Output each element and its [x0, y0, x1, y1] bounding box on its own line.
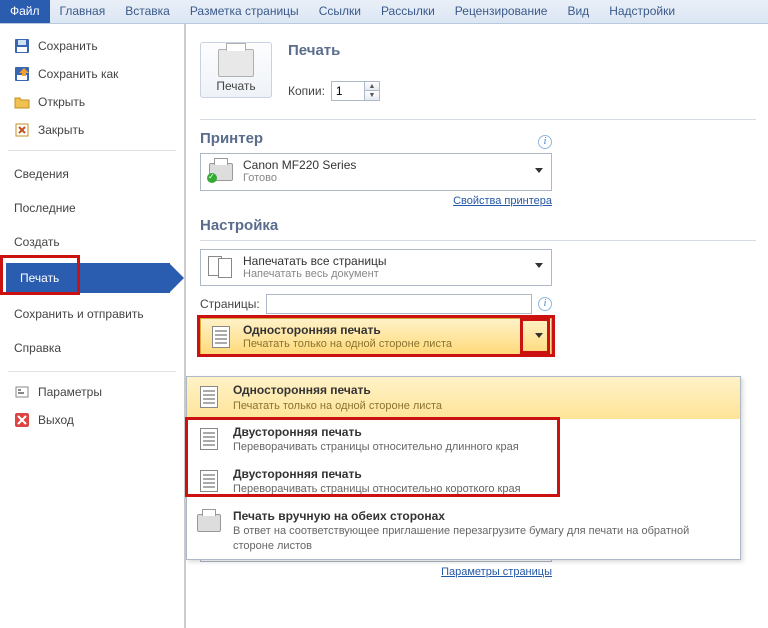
dd-option-single[interactable]: Односторонняя печать Печатать только на … [187, 377, 740, 419]
sidebar-close[interactable]: Закрыть [0, 116, 184, 144]
sidebar-open[interactable]: Открыть [0, 88, 184, 116]
tab-review[interactable]: Рецензирование [445, 0, 558, 23]
pages-icon [207, 255, 235, 279]
tab-home[interactable]: Главная [50, 0, 116, 23]
dd-sub: Переворачивать страницы относительно дли… [233, 440, 519, 454]
save-icon [14, 38, 30, 54]
combo-title: Напечатать все страницы [243, 254, 527, 268]
sidebar-label: Открыть [38, 95, 85, 109]
dd-title: Двусторонняя печать [233, 467, 521, 483]
page-icon [195, 383, 223, 411]
page-flip-icon [195, 467, 223, 495]
chevron-down-icon [535, 263, 543, 271]
sidebar-label: Параметры [38, 385, 102, 399]
sidebar-save-send[interactable]: Сохранить и отправить [0, 297, 184, 331]
tab-references[interactable]: Ссылки [309, 0, 371, 23]
settings-heading: Настройка [200, 217, 756, 234]
dd-title: Печать вручную на обеих сторонах [233, 509, 732, 525]
combo-sub: Печатать только на одной стороне листа [243, 338, 527, 351]
page-flip-icon [195, 425, 223, 453]
copies-input[interactable] [332, 82, 364, 100]
tab-page-layout[interactable]: Разметка страницы [180, 0, 309, 23]
print-button-label: Печать [201, 79, 271, 93]
pages-input[interactable] [266, 294, 532, 314]
spin-down-icon[interactable]: ▼ [365, 91, 379, 100]
dd-sub: В ответ на соответствующее приглашение п… [233, 524, 732, 553]
sidebar-save-as[interactable]: Сохранить как [0, 60, 184, 88]
tab-file[interactable]: Файл [0, 0, 50, 23]
chevron-down-icon [535, 168, 543, 176]
tab-addins[interactable]: Надстройки [599, 0, 685, 23]
printer-properties-link[interactable]: Свойства принтера [200, 195, 552, 207]
open-icon [14, 94, 30, 110]
printer-manual-icon [195, 509, 223, 537]
printer-device-icon [207, 160, 235, 184]
duplex-combo[interactable]: Односторонняя печать Печатать только на … [200, 318, 552, 356]
combo-title: Односторонняя печать [243, 323, 527, 337]
info-icon[interactable]: i [538, 297, 552, 311]
page-setup-link[interactable]: Параметры страницы [200, 566, 552, 578]
printer-name: Canon MF220 Series [243, 158, 527, 172]
print-heading: Печать [288, 42, 380, 59]
pages-label: Страницы: [200, 297, 260, 311]
sidebar-print-active[interactable]: Печать [6, 263, 184, 293]
sidebar-label: Сохранить [38, 39, 98, 53]
sidebar-label: Выход [38, 413, 74, 427]
print-panel: Печать Печать Копии: ▲▼ Принтер i C [186, 24, 768, 628]
copies-spinner[interactable]: ▲▼ [331, 81, 380, 101]
dd-option-duplex-short[interactable]: Двусторонняя печать Переворачивать стран… [187, 461, 740, 503]
sidebar-options[interactable]: Параметры [0, 378, 184, 406]
print-range-combo[interactable]: Напечатать все страницы Напечатать весь … [200, 249, 552, 287]
spin-up-icon[interactable]: ▲ [365, 82, 379, 91]
copies-label: Копии: [288, 84, 325, 98]
tab-insert[interactable]: Вставка [115, 0, 180, 23]
sidebar-label: Закрыть [38, 123, 84, 137]
exit-icon [14, 412, 30, 428]
info-icon[interactable]: i [538, 135, 552, 149]
printer-combo[interactable]: Canon MF220 Series Готово [200, 153, 552, 191]
close-icon [14, 122, 30, 138]
tab-mailings[interactable]: Рассылки [371, 0, 445, 23]
dd-sub: Переворачивать страницы относительно кор… [233, 482, 521, 496]
sidebar-help[interactable]: Справка [0, 331, 184, 365]
sidebar-recent[interactable]: Последние [0, 191, 184, 225]
dd-title: Двусторонняя печать [233, 425, 519, 441]
dd-option-duplex-long[interactable]: Двусторонняя печать Переворачивать стран… [187, 419, 740, 461]
dd-option-manual[interactable]: Печать вручную на обеих сторонах В ответ… [187, 503, 740, 559]
page-icon [207, 325, 235, 349]
sidebar-save[interactable]: Сохранить [0, 32, 184, 60]
sidebar-new[interactable]: Создать [0, 225, 184, 259]
active-arrow-icon [170, 264, 184, 292]
backstage-sidebar: Сохранить Сохранить как Открыть Закрыть … [0, 24, 186, 628]
printer-icon [218, 49, 254, 77]
combo-sub: Напечатать весь документ [243, 268, 527, 281]
tab-view[interactable]: Вид [557, 0, 599, 23]
sidebar-label: Печать [20, 271, 59, 285]
sidebar-label: Сохранить как [38, 67, 118, 81]
dd-title: Односторонняя печать [233, 383, 442, 399]
chevron-down-icon [535, 333, 543, 341]
ribbon: Файл Главная Вставка Разметка страницы С… [0, 0, 768, 24]
printer-status: Готово [243, 172, 527, 185]
print-button[interactable]: Печать [200, 42, 272, 98]
sidebar-exit[interactable]: Выход [0, 406, 184, 434]
save-as-icon [14, 66, 30, 82]
duplex-dropdown: Односторонняя печать Печатать только на … [186, 376, 741, 560]
printer-heading: Принтер [200, 130, 538, 147]
options-icon [14, 384, 30, 400]
dd-sub: Печатать только на одной стороне листа [233, 399, 442, 413]
sidebar-info[interactable]: Сведения [0, 157, 184, 191]
